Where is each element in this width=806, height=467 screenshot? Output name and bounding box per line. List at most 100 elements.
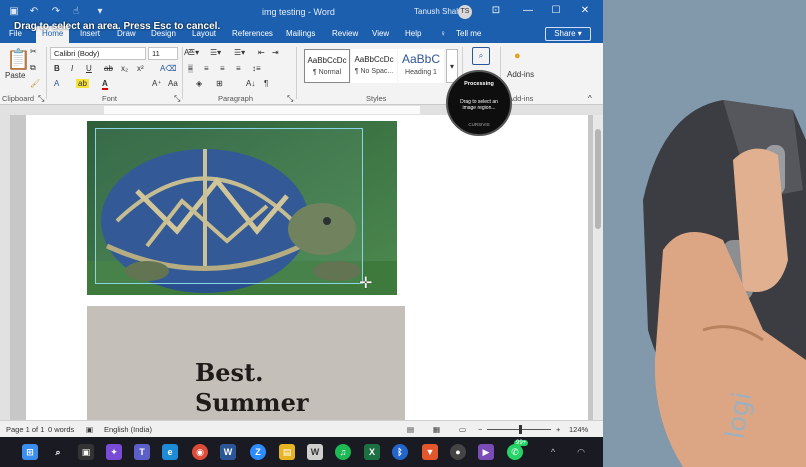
scrollbar-thumb[interactable] xyxy=(595,129,601,229)
proofing-icon[interactable]: ▣ xyxy=(86,425,93,434)
style-normal[interactable]: AaBbCcDc ¶ Normal xyxy=(304,49,350,83)
zoom-out-button[interactable]: − xyxy=(478,425,482,434)
minimize-button[interactable]: — xyxy=(520,4,536,18)
edge-icon[interactable]: e xyxy=(162,444,178,460)
italic-button[interactable]: I xyxy=(71,64,73,73)
undo-icon[interactable]: ↶ xyxy=(28,6,40,18)
teams-icon[interactable]: T xyxy=(134,444,150,460)
change-case-icon[interactable]: Aa xyxy=(168,79,178,88)
customize-toolbar-icon[interactable]: ▾ xyxy=(94,6,106,18)
cut-icon[interactable]: ✂ xyxy=(30,47,37,56)
zoom-icon[interactable]: Z xyxy=(250,444,266,460)
highlight-icon[interactable]: ab xyxy=(76,79,89,88)
brave-icon[interactable]: ▼ xyxy=(422,444,438,460)
strikethrough-button[interactable]: ab xyxy=(104,64,113,73)
align-right-icon[interactable]: ≡ xyxy=(220,64,225,73)
tell-me-search[interactable]: Tell me xyxy=(456,29,481,38)
superscript-button[interactable]: x² xyxy=(137,64,144,73)
clipboard-launcher-icon[interactable]: ⤡ xyxy=(38,94,44,104)
tab-view[interactable]: View xyxy=(372,29,389,38)
copilot-icon[interactable]: ✦ xyxy=(106,444,122,460)
paper-image[interactable]: Best. Summer xyxy=(87,306,405,420)
ribbon-display-icon[interactable]: ⊡ xyxy=(488,4,504,18)
style-name: Heading 1 xyxy=(405,69,437,76)
start-icon[interactable]: ⊞ xyxy=(22,444,38,460)
media-player-icon[interactable]: ▶ xyxy=(478,444,494,460)
font-name-box[interactable]: Calibri (Body) xyxy=(50,47,146,60)
text-effects-icon[interactable]: A xyxy=(54,79,59,88)
underline-button[interactable]: U xyxy=(86,64,92,73)
selection-rectangle[interactable] xyxy=(95,128,363,284)
shading-icon[interactable]: ◈ xyxy=(196,79,202,88)
wordpad-icon[interactable]: W xyxy=(307,444,323,460)
style-heading-1[interactable]: AaBbC Heading 1 xyxy=(398,49,444,83)
save-icon[interactable]: ▣ xyxy=(8,6,20,18)
subscript-button[interactable]: x₂ xyxy=(121,64,128,73)
borders-icon[interactable]: ⊞ xyxy=(216,79,223,88)
horizontal-ruler[interactable] xyxy=(0,105,603,115)
add-ins-icon[interactable]: ● xyxy=(514,50,521,62)
add-ins-button[interactable]: Add-ins xyxy=(507,70,534,79)
whatsapp-icon[interactable]: ✆ xyxy=(507,444,523,460)
close-button[interactable]: ✕ xyxy=(577,4,593,18)
copy-icon[interactable]: ⧉ xyxy=(30,63,36,73)
font-color-icon[interactable]: A xyxy=(102,79,108,90)
maximize-button[interactable]: ☐ xyxy=(548,4,564,18)
tab-mailings[interactable]: Mailings xyxy=(286,29,315,38)
excel-icon[interactable]: X xyxy=(364,444,380,460)
multilevel-list-icon[interactable]: ☰▾ xyxy=(234,48,245,57)
bold-button[interactable]: B xyxy=(54,64,60,73)
user-name[interactable]: Tanush Shah xyxy=(414,7,461,16)
print-layout-icon[interactable]: ▦ xyxy=(433,425,440,434)
font-launcher-icon[interactable]: ⤡ xyxy=(174,94,180,104)
vertical-scrollbar[interactable] xyxy=(593,115,603,420)
tab-references[interactable]: References xyxy=(232,29,273,38)
font-size-box[interactable]: 11 xyxy=(148,47,178,60)
sort-icon[interactable]: A↓ xyxy=(246,79,255,88)
numbering-icon[interactable]: ☰▾ xyxy=(210,48,221,57)
find-icon[interactable]: ⌕ xyxy=(472,47,490,65)
task-view-icon[interactable]: ▣ xyxy=(78,444,94,460)
word-count[interactable]: 0 words xyxy=(48,425,74,434)
tray-arrow-icon[interactable]: ^ xyxy=(545,444,561,460)
style-no-spacing[interactable]: AaBbCcDc ¶ No Spac... xyxy=(351,49,397,83)
decrease-indent-icon[interactable]: ⇤ xyxy=(258,48,265,57)
zoom-level[interactable]: 124% xyxy=(569,425,588,434)
paragraph-launcher-icon[interactable]: ⤡ xyxy=(287,94,293,104)
format-painter-icon[interactable]: 🖌 xyxy=(30,79,40,88)
file-explorer-icon[interactable]: ▤ xyxy=(279,444,295,460)
increase-indent-icon[interactable]: ⇥ xyxy=(272,48,279,57)
web-layout-icon[interactable]: ▭ xyxy=(459,425,466,434)
word-icon[interactable]: W xyxy=(220,444,236,460)
vertical-ruler[interactable] xyxy=(0,115,10,420)
search-icon[interactable]: ⌕ xyxy=(50,444,66,460)
read-mode-icon[interactable]: ▤ xyxy=(407,425,414,434)
obs-icon[interactable]: ● xyxy=(450,444,466,460)
zoom-slider-thumb[interactable] xyxy=(519,425,522,434)
spotify-icon[interactable]: ♫ xyxy=(335,444,351,460)
document-area[interactable]: ✛ Best. Summer xyxy=(10,115,593,420)
paste-button[interactable]: Paste xyxy=(5,71,25,80)
wifi-icon[interactable]: ◠ xyxy=(573,444,589,460)
show-marks-icon[interactable]: ¶ xyxy=(264,79,268,88)
collapse-ribbon-icon[interactable]: ^ xyxy=(588,94,592,103)
tab-review[interactable]: Review xyxy=(332,29,358,38)
chrome-icon[interactable]: ◉ xyxy=(192,444,208,460)
zoom-in-button[interactable]: + xyxy=(556,425,560,434)
grow-font-icon[interactable]: A⁺ xyxy=(152,79,162,88)
tab-help[interactable]: Help xyxy=(405,29,421,38)
clear-formatting-icon[interactable]: A⌫ xyxy=(160,64,177,73)
language[interactable]: English (India) xyxy=(104,425,152,434)
redo-icon[interactable]: ↷ xyxy=(50,6,62,18)
bluetooth-icon[interactable]: ᛒ xyxy=(392,444,408,460)
bullets-icon[interactable]: ☰▾ xyxy=(188,48,199,57)
paste-icon[interactable]: 📋 xyxy=(6,47,31,72)
avatar[interactable]: TS xyxy=(458,5,472,19)
page-count[interactable]: Page 1 of 1 xyxy=(6,425,44,434)
align-left-icon[interactable]: ≡ xyxy=(188,64,193,73)
align-center-icon[interactable]: ≡ xyxy=(204,64,209,73)
share-button[interactable]: Share ▾ xyxy=(545,27,591,41)
line-spacing-icon[interactable]: ↕≡ xyxy=(252,64,261,73)
justify-icon[interactable]: ≡ xyxy=(236,64,241,73)
touch-mode-icon[interactable]: ☝ xyxy=(70,6,82,18)
